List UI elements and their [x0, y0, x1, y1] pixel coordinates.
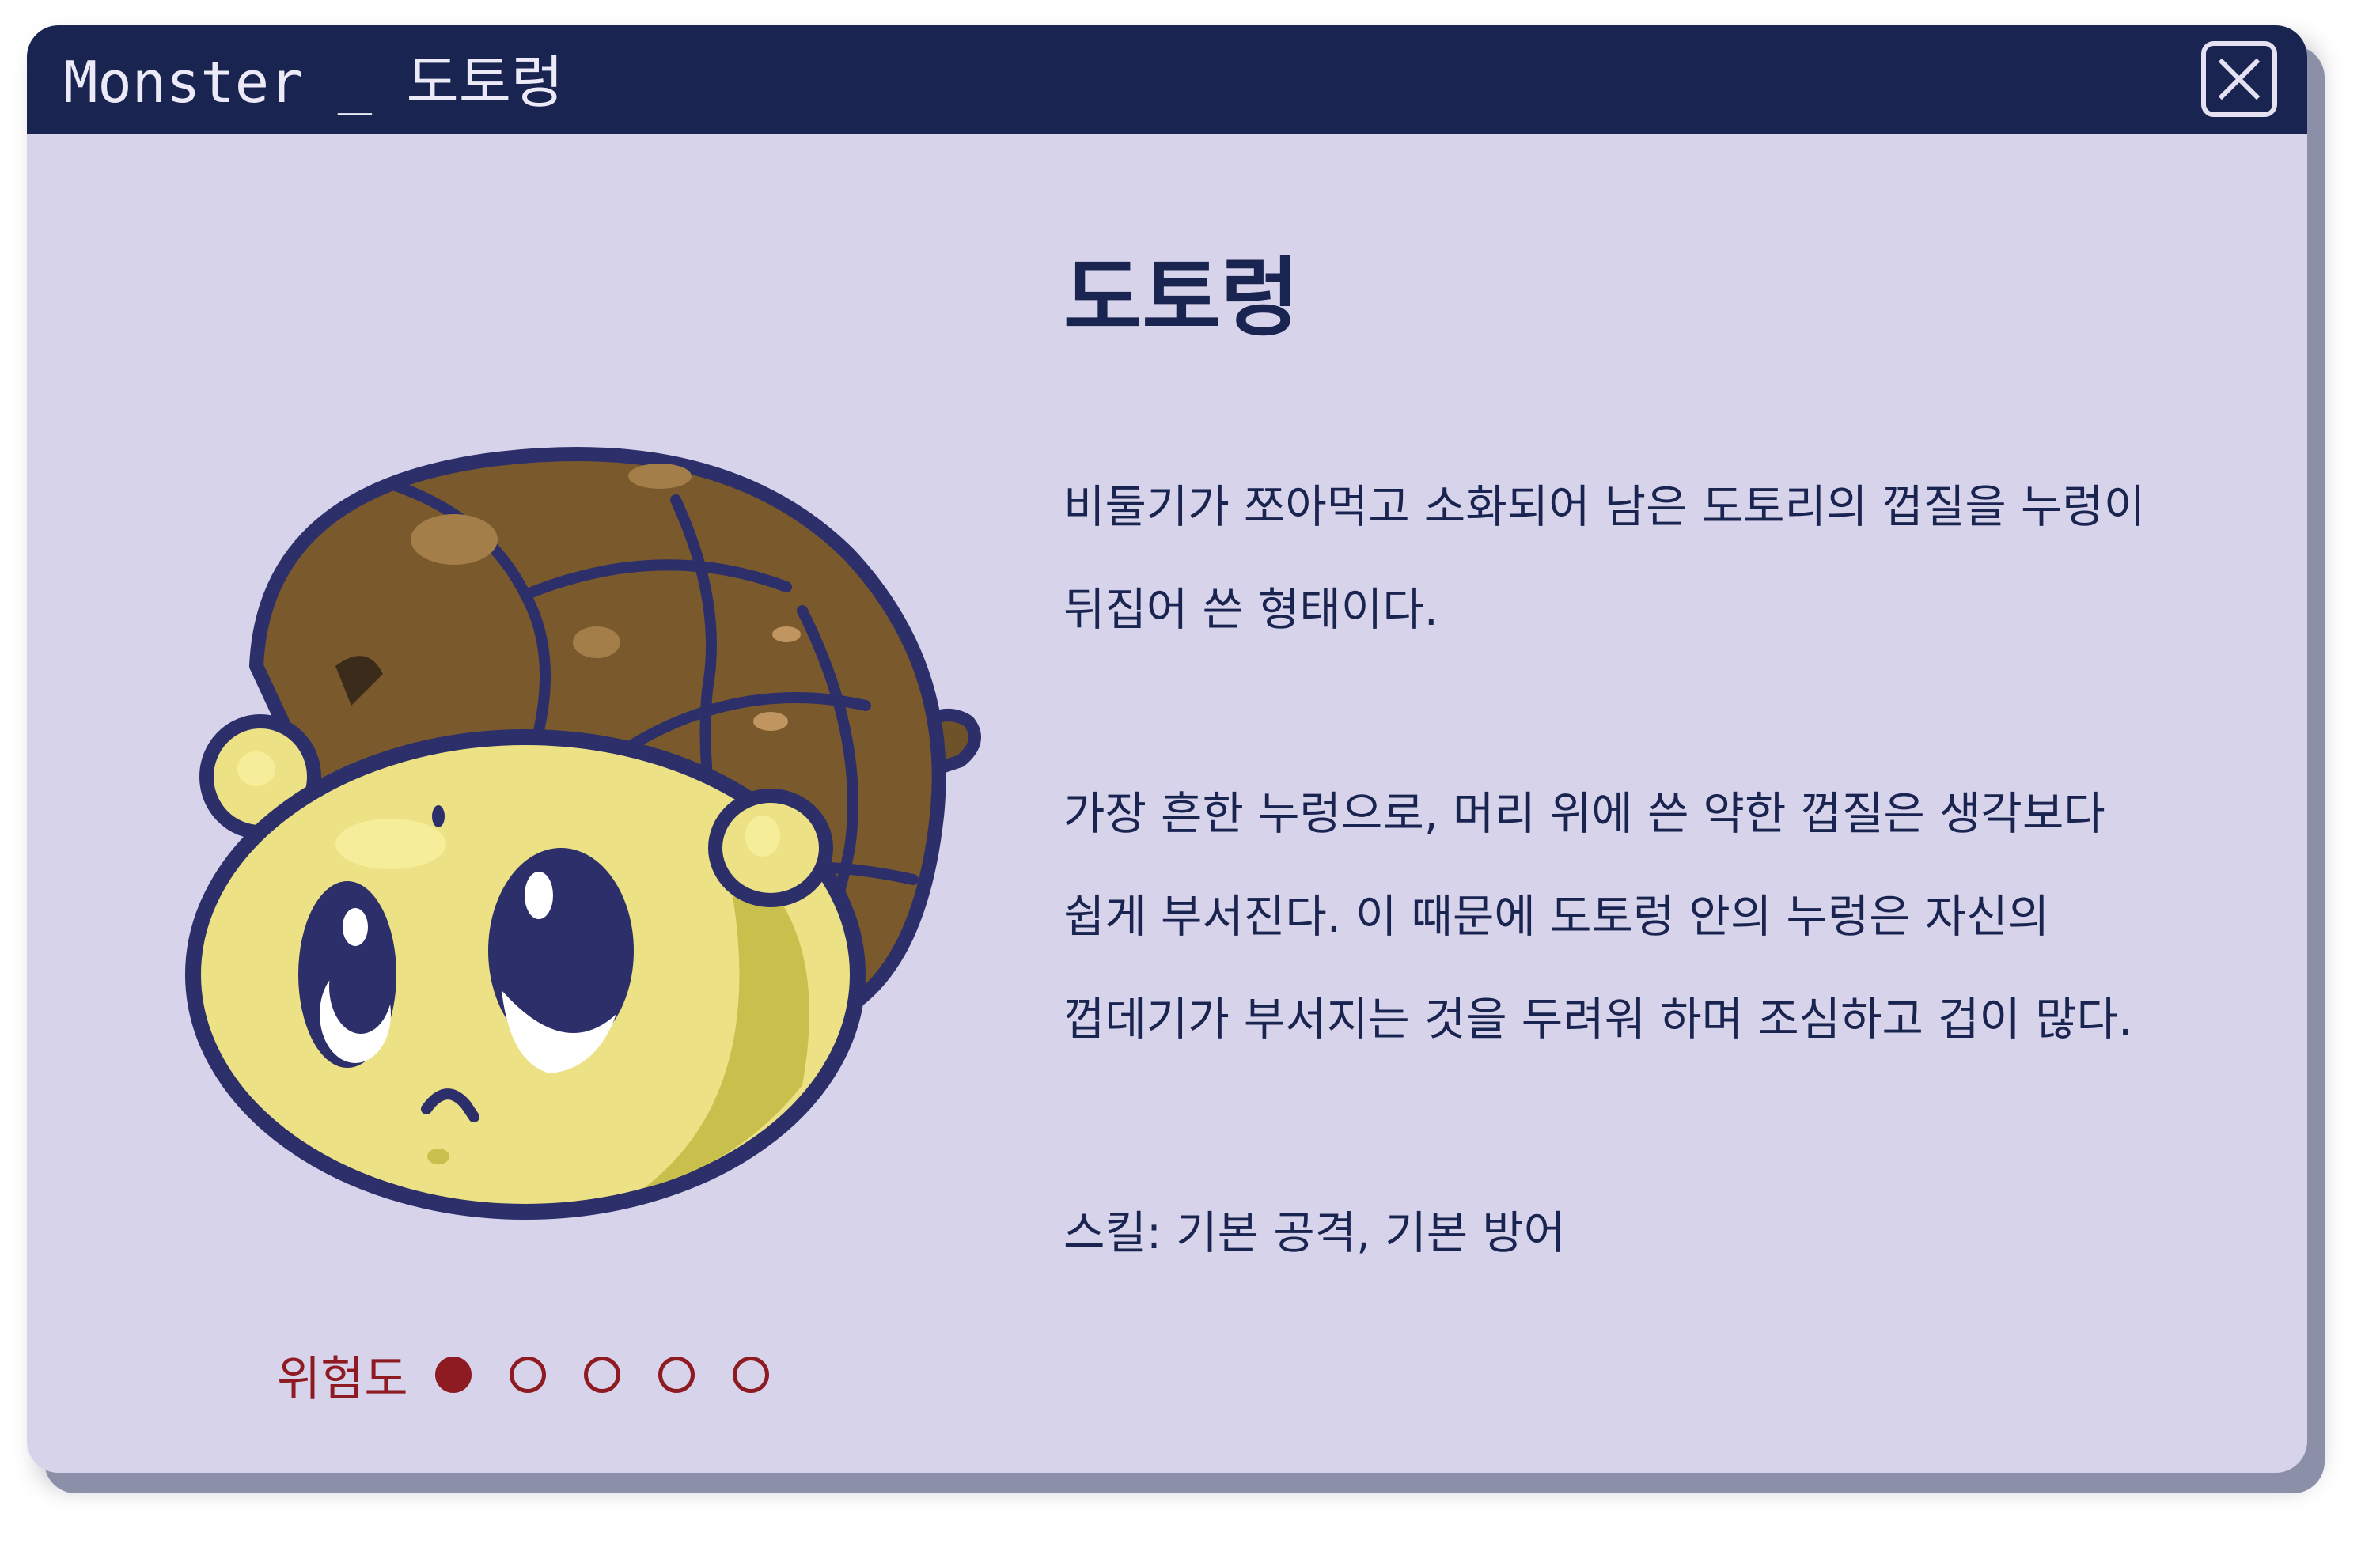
- monster-portrait: [185, 447, 981, 1220]
- description-line: 비둘기가 쪼아먹고 소화되어 남은 도토리의 껍질을 누렁이: [1063, 481, 2146, 533]
- danger-rating: 위험도: [277, 1343, 807, 1407]
- danger-dot-empty: [509, 1357, 546, 1393]
- danger-dot-empty: [732, 1357, 769, 1393]
- close-icon: [2218, 58, 2261, 100]
- description-paragraph-1: 비둘기가 쪼아먹고 소화되어 남은 도토리의 껍질을 누렁이 뒤집어 쓴 형태이…: [1063, 456, 2145, 661]
- title-bar: Monster _ 도토렁: [27, 25, 2307, 134]
- skill-text: 스킬: 기본 공격, 기본 방어: [1063, 1207, 1566, 1259]
- danger-label: 위험도: [277, 1351, 408, 1407]
- description-line: 껍데기가 부서지는 것을 두려워 하며 조심하고 겁이 많다.: [1063, 993, 2133, 1046]
- description-line: 뒤집어 쓴 형태이다.: [1063, 584, 1438, 636]
- danger-dot-filled: [434, 1357, 472, 1393]
- close-button[interactable]: [2201, 41, 2277, 117]
- danger-dot-empty: [658, 1357, 695, 1393]
- monster-name: 도토렁: [1063, 249, 1300, 348]
- danger-dot-empty: [583, 1357, 620, 1393]
- window-title: Monster _ 도토렁: [63, 49, 564, 115]
- monster-window: Monster _ 도토렁 위험도 도토렁 비둘기가 쪼아먹고 소화되어 남은 …: [27, 25, 2307, 1473]
- description-paragraph-2: 가장 흔한 누렁으로, 머리 위에 쓴 약한 껍질은 생각보다 쉽게 부서진다.…: [1063, 763, 2132, 1071]
- description-line: 가장 흔한 누렁으로, 머리 위에 쓴 약한 껍질은 생각보다: [1063, 788, 2105, 840]
- description-line: 쉽게 부서진다. 이 때문에 도토렁 안의 누렁은 자신의: [1063, 891, 2050, 943]
